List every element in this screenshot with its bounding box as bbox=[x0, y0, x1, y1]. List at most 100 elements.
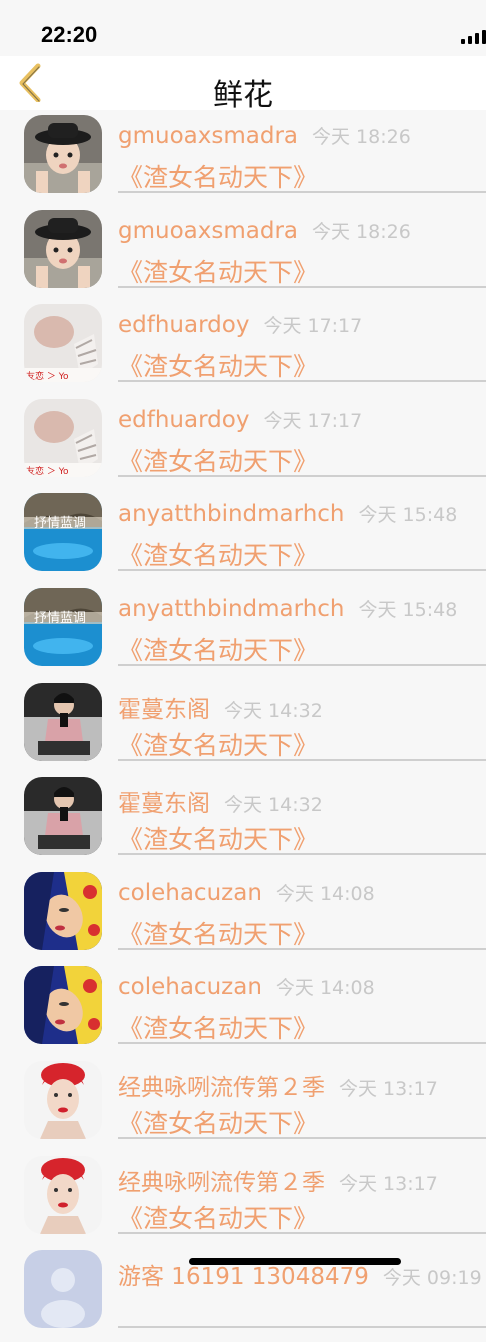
list-item[interactable]: colehacuzan 今天 14:08 《渣女名动天下》 bbox=[0, 963, 486, 1058]
status-bar: 22:20 bbox=[0, 0, 486, 56]
divider bbox=[118, 474, 486, 477]
user-name: 霍蔓东阁 今天 14:32 bbox=[118, 784, 323, 818]
gift-title: 《渣女名动天下》 bbox=[118, 825, 319, 855]
avatar[interactable] bbox=[24, 682, 102, 761]
user-name: colehacuzan 今天 14:08 bbox=[118, 973, 375, 1000]
timestamp: 今天 17:17 bbox=[263, 315, 363, 338]
divider bbox=[118, 1042, 486, 1045]
list-item[interactable]: 经典咏咧流传第２季 今天 13:17 《渣女名动天下》 bbox=[0, 1153, 486, 1248]
gift-title: 《渣女名动天下》 bbox=[118, 919, 319, 949]
list-item[interactable]: 霍蔓东阁 今天 14:32 《渣女名动天下》 bbox=[0, 680, 486, 775]
list-item[interactable]: 霍蔓东阁 今天 14:32 《渣女名动天下》 bbox=[0, 774, 486, 869]
nav-bar: 鲜花 bbox=[0, 56, 486, 113]
list-item[interactable]: 经典咏咧流传第２季 今天 13:17 《渣女名动天下》 bbox=[0, 1058, 486, 1153]
red-turban-woman-photo bbox=[24, 1155, 102, 1234]
blue-water-photo: 抒情蓝调 bbox=[24, 587, 102, 666]
red-turban-woman-photo bbox=[24, 1060, 102, 1139]
gift-title: 《渣女名动天下》 bbox=[118, 730, 319, 760]
timestamp: 今天 17:17 bbox=[263, 409, 363, 432]
timestamp: 今天 09:19 bbox=[382, 1267, 482, 1290]
avatar[interactable]: 抒情蓝调 bbox=[24, 493, 102, 572]
girl-hat-photo bbox=[24, 115, 102, 193]
user-name: 经典咏咧流传第２季 今天 13:17 bbox=[118, 1163, 438, 1197]
user-name: anyatthbindmarhch 今天 15:48 bbox=[118, 500, 457, 527]
home-indicator bbox=[189, 1258, 401, 1265]
gift-title: 《渣女名动天下》 bbox=[118, 1108, 319, 1138]
divider bbox=[118, 663, 486, 666]
page-title: 鲜花 bbox=[213, 78, 273, 113]
avatar[interactable] bbox=[24, 871, 102, 950]
user-name: colehacuzan 今天 14:08 bbox=[118, 879, 375, 906]
timestamp: 今天 14:32 bbox=[224, 794, 323, 817]
user-name: 经典咏咧流传第２季 今天 13:17 bbox=[118, 1068, 438, 1102]
timestamp: 今天 14:32 bbox=[224, 699, 323, 722]
user-name: edfhuardoy 今天 17:17 bbox=[118, 311, 362, 338]
user-name: 霍蔓东阁 今天 14:32 bbox=[118, 690, 323, 724]
divider bbox=[118, 1136, 486, 1139]
gift-title: 《渣女名动天下》 bbox=[118, 352, 319, 382]
divider bbox=[118, 1326, 486, 1329]
man-pink-shirt-photo bbox=[24, 777, 102, 856]
timestamp: 今天 14:08 bbox=[275, 977, 375, 1000]
avatar[interactable] bbox=[24, 1060, 102, 1139]
status-time: 22:20 bbox=[41, 22, 98, 47]
gift-title: 《渣女名动天下》 bbox=[118, 1203, 319, 1233]
list-item[interactable]: 抒情蓝调 anyatthbindmarhch 今天 15:48 《渣女名动天下》 bbox=[0, 490, 486, 585]
user-name: anyatthbindmarhch 今天 15:48 bbox=[118, 595, 457, 622]
timestamp: 今天 18:26 bbox=[312, 220, 411, 243]
user-name-text: gmuoaxsmadra bbox=[118, 217, 298, 244]
user-name-text: gmuoaxsmadra bbox=[118, 123, 298, 149]
blue-water-photo: 抒情蓝调 bbox=[24, 493, 102, 572]
gift-title: 《渣女名动天下》 bbox=[118, 446, 319, 476]
svg-text:友恋 ＞ Yo: 友恋 ＞ Yo bbox=[26, 370, 69, 382]
divider bbox=[118, 569, 486, 572]
gift-title: 《渣女名动天下》 bbox=[118, 635, 319, 665]
user-name-text: 霍蔓东阁 bbox=[118, 791, 210, 818]
list-item[interactable]: gmuoaxsmadra 今天 18:26 《渣女名动天下》 bbox=[0, 207, 486, 302]
user-name-text: 经典咏咧流传第２季 bbox=[118, 1169, 325, 1196]
default-user-avatar bbox=[24, 1250, 102, 1329]
svg-text:抒情蓝调: 抒情蓝调 bbox=[34, 516, 86, 531]
avatar[interactable] bbox=[24, 115, 102, 193]
timestamp: 今天 13:17 bbox=[339, 1172, 438, 1195]
user-name-text: edfhuardoy bbox=[118, 312, 250, 339]
svg-text:友恋 ＞ Yo: 友恋 ＞ Yo bbox=[26, 465, 69, 477]
list-item[interactable]: gmuoaxsmadra 今天 18:26 《渣女名动天下》 bbox=[0, 112, 486, 207]
portrait-hand-photo: 友恋 ＞ Yo bbox=[24, 304, 102, 383]
user-name: edfhuardoy 今天 17:17 bbox=[118, 406, 362, 433]
man-pink-shirt-photo bbox=[24, 682, 102, 761]
list-item[interactable]: 抒情蓝调 anyatthbindmarhch 今天 15:48 《渣女名动天下》 bbox=[0, 585, 486, 680]
avatar[interactable] bbox=[24, 1155, 102, 1234]
divider bbox=[118, 758, 486, 761]
user-name-text: anyatthbindmarhch bbox=[118, 501, 345, 528]
timestamp: 今天 13:17 bbox=[339, 1077, 438, 1100]
gift-title: 《渣女名动天下》 bbox=[118, 257, 319, 287]
list-item[interactable]: 友恋 ＞ Yo edfhuardoy 今天 17:17 《渣女名动天下》 bbox=[0, 301, 486, 396]
avatar[interactable]: 友恋 ＞ Yo bbox=[24, 304, 102, 383]
timestamp: 今天 15:48 bbox=[358, 504, 458, 527]
blue-flower-girl-photo bbox=[24, 871, 102, 950]
gift-record-list: gmuoaxsmadra 今天 18:26 《渣女名动天下》 gmuoaxsmadra… bbox=[0, 112, 486, 1342]
user-name-text: edfhuardoy bbox=[118, 406, 250, 433]
user-name-text: 游客 16191 13048479 bbox=[118, 1264, 369, 1291]
timestamp: 今天 18:26 bbox=[312, 126, 411, 148]
list-item[interactable]: 友恋 ＞ Yo edfhuardoy 今天 17:17 《渣女名动天下》 bbox=[0, 396, 486, 491]
avatar[interactable]: 友恋 ＞ Yo bbox=[24, 398, 102, 477]
divider bbox=[118, 947, 486, 950]
avatar[interactable]: 抒情蓝调 bbox=[24, 587, 102, 666]
user-name: gmuoaxsmadra 今天 18:26 bbox=[118, 217, 411, 244]
blue-flower-girl-photo bbox=[24, 966, 102, 1045]
user-name-text: 霍蔓东阁 bbox=[118, 696, 210, 723]
avatar[interactable] bbox=[24, 966, 102, 1045]
timestamp: 今天 15:48 bbox=[358, 598, 458, 621]
svg-text:抒情蓝调: 抒情蓝调 bbox=[34, 611, 86, 626]
avatar[interactable] bbox=[24, 1250, 102, 1329]
avatar[interactable] bbox=[24, 209, 102, 288]
user-name-text: colehacuzan bbox=[118, 879, 262, 906]
list-item[interactable]: colehacuzan 今天 14:08 《渣女名动天下》 bbox=[0, 869, 486, 964]
gift-title: 《渣女名动天下》 bbox=[118, 541, 319, 571]
avatar[interactable] bbox=[24, 777, 102, 856]
timestamp: 今天 14:08 bbox=[275, 882, 375, 905]
gift-title: 《渣女名动天下》 bbox=[118, 163, 319, 192]
divider bbox=[118, 285, 486, 288]
